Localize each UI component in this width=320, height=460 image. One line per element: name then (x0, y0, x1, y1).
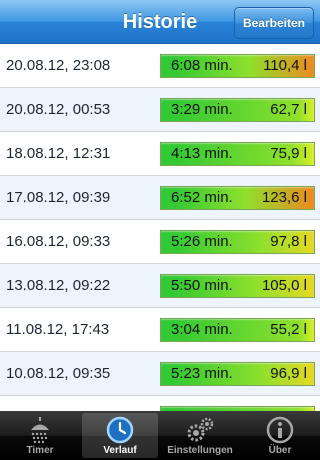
row-date: 20.08.12, 00:53 (6, 101, 111, 118)
consumption-bar: 5:23 min. 96,9 l (160, 362, 315, 386)
tab-label: Verlauf (103, 445, 137, 456)
volume-label: 96,9 l (270, 365, 307, 382)
history-list[interactable]: 20.08.12, 23:08 6:08 min. 110,4 l 20.08.… (0, 44, 320, 411)
consumption-bar: 5:26 min. 97,8 l (160, 230, 315, 254)
history-row[interactable]: 13.08.12, 09:22 5:50 min. 105,0 l (0, 264, 320, 308)
volume-label: 110,4 l (263, 57, 307, 74)
history-row[interactable]: 11.08.12, 17:43 3:04 min. 55,2 l (0, 308, 320, 352)
history-row[interactable] (0, 396, 320, 411)
duration-label: 5:23 min. (171, 365, 233, 382)
volume-label: 62,7 l (270, 101, 307, 118)
edit-button[interactable]: Bearbeiten (233, 7, 314, 39)
tab-bar: Timer Verlauf Einstellungen Über (0, 411, 320, 460)
history-row[interactable]: 20.08.12, 00:53 3:29 min. 62,7 l (0, 88, 320, 132)
row-date: 10.08.12, 09:35 (6, 365, 111, 382)
tab-ueber[interactable]: Über (242, 413, 318, 458)
duration-label: 6:52 min. (171, 189, 233, 206)
row-date: 20.08.12, 23:08 (6, 57, 111, 74)
duration-label: 3:29 min. (171, 101, 233, 118)
consumption-bar: 3:29 min. 62,7 l (160, 98, 315, 122)
tab-einstellungen[interactable]: Einstellungen (162, 413, 238, 458)
volume-label: 97,8 l (270, 233, 307, 250)
duration-label: 4:13 min. (171, 145, 233, 162)
tab-verlauf[interactable]: Verlauf (82, 413, 158, 458)
row-date: 18.08.12, 12:31 (6, 145, 111, 162)
consumption-bar: 3:04 min. 55,2 l (160, 318, 315, 342)
duration-label: 5:26 min. (171, 233, 233, 250)
row-date: 11.08.12, 17:43 (6, 321, 110, 338)
row-date: 16.08.12, 09:33 (6, 233, 111, 250)
history-row[interactable]: 10.08.12, 09:35 5:23 min. 96,9 l (0, 352, 320, 396)
row-date: 13.08.12, 09:22 (6, 277, 111, 294)
duration-label: 5:50 min. (171, 277, 233, 294)
history-row[interactable]: 16.08.12, 09:33 5:26 min. 97,8 l (0, 220, 320, 264)
shower-icon (31, 417, 49, 444)
consumption-bar: 6:52 min. 123,6 l (160, 186, 315, 210)
tab-label: Einstellungen (167, 445, 233, 456)
consumption-bar: 6:08 min. 110,4 l (160, 54, 315, 78)
navigation-bar: Historie Bearbeiten (0, 0, 320, 44)
tab-label: Über (268, 445, 292, 456)
volume-label: 75,9 l (270, 145, 307, 162)
tab-label: Timer (26, 445, 54, 456)
history-row[interactable]: 17.08.12, 09:39 6:52 min. 123,6 l (0, 176, 320, 220)
info-icon (266, 416, 294, 444)
history-row[interactable]: 18.08.12, 12:31 4:13 min. 75,9 l (0, 132, 320, 176)
volume-label: 105,0 l (261, 277, 307, 294)
volume-label: 55,2 l (270, 321, 307, 338)
tab-timer[interactable]: Timer (2, 413, 78, 458)
gears-icon (187, 417, 214, 442)
volume-label: 123,6 l (261, 189, 307, 206)
duration-label: 6:08 min. (171, 57, 233, 74)
row-date: 17.08.12, 09:39 (6, 189, 111, 206)
consumption-bar: 5:50 min. 105,0 l (160, 274, 315, 298)
duration-label: 3:04 min. (171, 321, 233, 338)
history-row[interactable]: 20.08.12, 23:08 6:08 min. 110,4 l (0, 44, 320, 88)
consumption-bar: 4:13 min. 75,9 l (160, 142, 315, 166)
clock-icon (106, 416, 134, 444)
